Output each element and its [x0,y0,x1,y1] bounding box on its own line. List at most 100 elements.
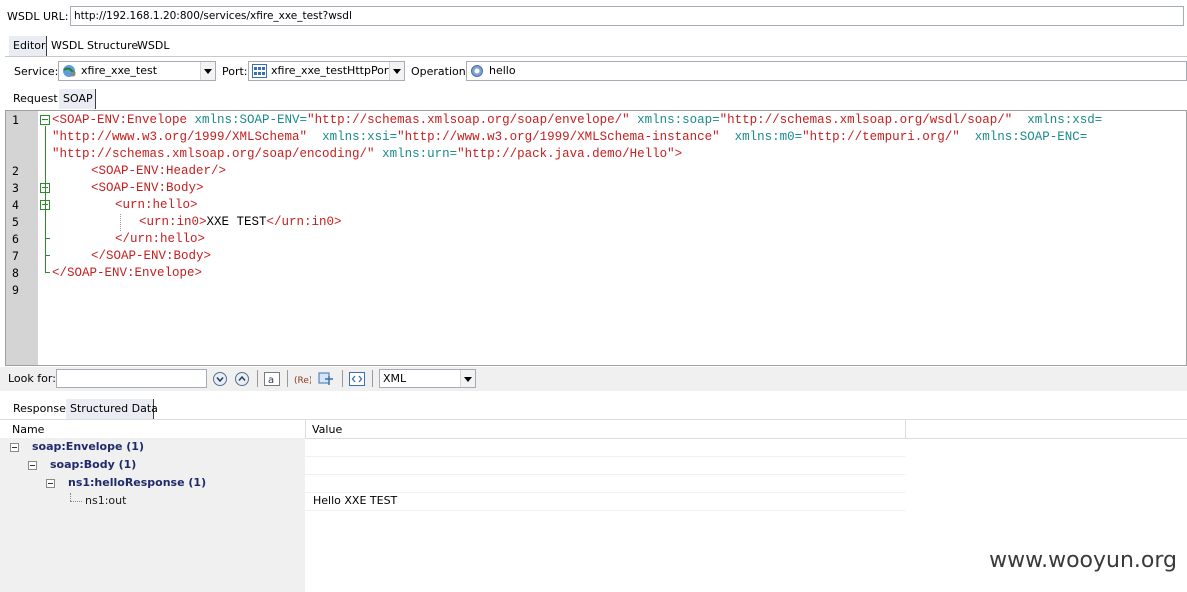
code-token: xmlns:SOAP-ENC= [974,130,1088,144]
regex-icon[interactable]: (Re) [293,370,312,388]
code-token: </SOAP-ENV:Envelope> [52,266,203,280]
code-line: </SOAP-ENV:Envelope> [52,265,202,282]
toolbar-separator [257,370,258,387]
look-for-input[interactable] [56,369,207,388]
xml-editor[interactable]: 1 2 3 4 5 6 7 8 9 <SOAP-ENV:Envelope xml… [5,110,1187,366]
operation-select[interactable]: hello [466,61,1187,81]
svg-text:(Re): (Re) [294,376,311,386]
code-token: xmlns:urn= [382,147,458,161]
chevron-down-icon[interactable] [200,62,215,80]
collapse-icon[interactable] [46,479,55,488]
fold-line [45,238,50,239]
operation-label: Operation: [411,65,470,78]
code-token: xmlns:xsi= [322,130,398,144]
filter-icon[interactable] [317,370,335,388]
code-token: > [674,147,683,161]
code-token: xmlns:SOAP-ENV= [194,113,308,127]
line-number: 2 [12,164,19,178]
code-line: <SOAP-ENV:Header/> [91,163,226,180]
find-previous-icon[interactable] [233,370,251,388]
fold-line [45,255,50,256]
code-line: <SOAP-ENV:Body> [91,180,204,197]
search-toolbar: Look for: a (Re) XML [0,367,1187,391]
code-token: "http://pack.java.demo/Hello" [457,147,675,161]
find-next-icon[interactable] [211,370,229,388]
code-line: "http://schemas.xmlsoap.org/soap/encodin… [52,146,682,163]
tab-soap[interactable]: SOAP [59,89,96,109]
match-case-icon[interactable]: a [263,370,281,388]
tab-wsdl[interactable]: WSDL [133,36,173,56]
code-token: </SOAP-ENV:Body> [91,249,212,263]
code-token: <urn:in0> [139,215,207,229]
format-select[interactable]: XML [379,369,476,388]
code-token: <SOAP-ENV:Header/> [91,164,227,178]
line-number: 4 [12,198,19,212]
line-number: 3 [12,181,19,195]
look-for-label: Look for: [8,372,56,385]
code-token: </urn:in0> [266,215,342,229]
code-token: xmlns:xsd= [1027,113,1103,127]
toolbar-separator [287,370,288,387]
row-divider [305,510,905,511]
tab-editor[interactable]: Editor [9,36,47,56]
row-divider [305,474,905,475]
tab-response[interactable]: Response [9,399,70,419]
tree-row-name[interactable]: ns1:out [85,494,126,507]
wsdl-url-input[interactable]: http://192.168.1.20:800/services/xfire_x… [70,6,1184,26]
column-divider [905,420,906,438]
chevron-down-icon[interactable] [460,370,475,387]
divider [5,56,1187,57]
tree-row-name[interactable]: soap:Body (1) [50,458,136,471]
globe-icon [62,64,77,78]
collapse-icon[interactable] [10,443,19,452]
code-token: "http://tempuri.org/" [802,130,960,144]
line-number: 7 [12,249,19,263]
value-column-header[interactable]: Value [312,423,342,436]
top-tab-strip: Editor WSDL Structure WSDL [9,36,409,56]
code-line: <urn:hello> [115,197,198,214]
chevron-down-icon[interactable] [389,62,404,80]
watermark: www.wooyun.org [989,548,1177,573]
code-line: </urn:hello> [115,231,205,248]
code-token: "http://schemas.xmlsoap.org/soap/encodin… [52,147,375,161]
svg-text:a: a [268,375,274,386]
collapse-icon[interactable] [28,461,37,470]
tab-wsdl-structure[interactable]: WSDL Structure [47,36,142,56]
code-line: "http://www.w3.org/1999/XMLSchema" xmlns… [52,129,1087,146]
column-divider [305,420,306,438]
format-value: XML [383,372,407,385]
code-token: "http://schemas.xmlsoap.org/soap/envelop… [307,113,630,127]
response-tab-strip: Response Structured Data [9,399,209,419]
tree-row-name[interactable]: soap:Envelope (1) [32,440,144,453]
tree-row-name[interactable]: ns1:helloResponse (1) [68,476,206,489]
port-label: Port: [222,65,248,78]
toolbar-separator [342,370,343,387]
line-number: 8 [12,266,19,280]
code-line: <SOAP-ENV:Envelope xmlns:SOAP-ENV="http:… [52,112,1102,129]
port-select[interactable]: xfire_xxe_testHttpPort [248,61,405,81]
line-number: 5 [12,215,19,229]
code-token: </urn:hello> [115,232,206,246]
structured-data-header: Name Value [0,419,1187,439]
code-token: XXE TEST [206,215,267,229]
code-token: "http://www.w3.org/1999/XMLSchema-instan… [397,130,720,144]
fold-toggle-icon[interactable] [40,115,50,125]
code-line: </SOAP-ENV:Body> [91,248,211,265]
toolbar-separator [372,370,373,387]
code-token: "http://schemas.xmlsoap.org/wsdl/soap/" [719,113,1013,127]
name-column-header[interactable]: Name [12,423,44,436]
code-format-icon[interactable] [348,370,366,388]
tab-request[interactable]: Request [9,89,62,109]
service-value: xfire_xxe_test [81,64,158,77]
code-token: <SOAP-ENV:Body> [91,181,204,195]
tree-connector [70,501,82,502]
code-token: "http://www.w3.org/1999/XMLSchema" [52,130,308,144]
code-token: xmlns:m0= [734,130,803,144]
tab-structured-data[interactable]: Structured Data [66,399,158,419]
row-divider [305,456,905,457]
service-select[interactable]: xfire_xxe_test [58,61,216,81]
